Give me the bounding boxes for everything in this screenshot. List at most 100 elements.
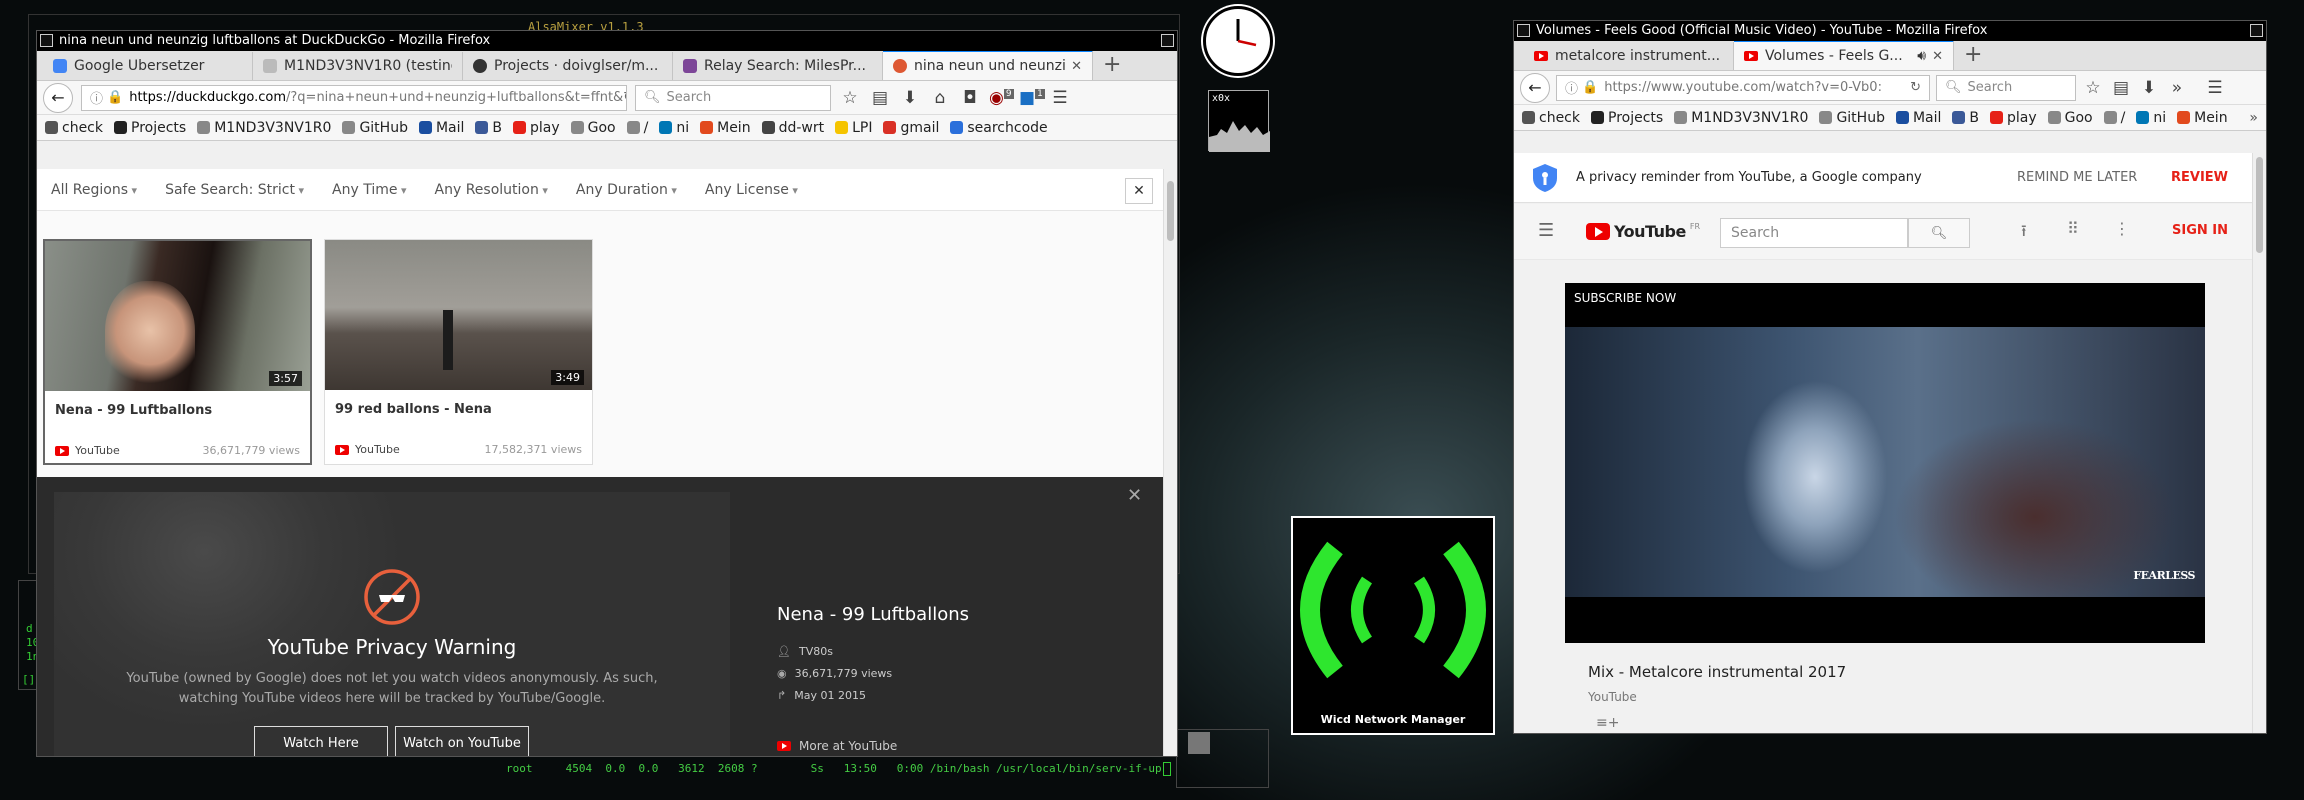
bookmark-item[interactable]: M1ND3V3NV1R0 <box>197 120 331 136</box>
tab-projects[interactable]: Projects · doivglser/m... <box>463 52 673 80</box>
bookmark-item[interactable]: Goo <box>570 120 616 136</box>
window-menu-icon[interactable] <box>40 34 53 47</box>
close-tab-icon[interactable]: ✕ <box>1071 59 1082 74</box>
pocket-icon[interactable]: ◘ <box>959 88 981 108</box>
bookmark-item[interactable]: Projects <box>1591 110 1663 126</box>
window-titlebar[interactable]: Volumes - Feels Good (Official Music Vid… <box>1514 21 2266 41</box>
wicd-network-manager-widget[interactable]: Wicd Network Manager <box>1291 516 1495 735</box>
reload-icon[interactable]: ↻ <box>1910 80 1921 95</box>
extension-s-icon[interactable]: ■ 1 <box>1019 88 1045 108</box>
tab-relay-search[interactable]: Relay Search: MilesPr... <box>673 52 883 80</box>
video-result-card[interactable]: 3:49 99 red ballons - Nena YouTube 17,58… <box>324 239 593 465</box>
more-at-youtube-link[interactable]: More at YouTube <box>777 739 897 753</box>
info-icon[interactable]: ⓘ <box>1565 78 1578 97</box>
watch-here-button[interactable]: Watch Here <box>254 726 388 756</box>
bookmark-item[interactable]: ni <box>2136 110 2166 126</box>
back-button[interactable]: ← <box>1520 72 1550 103</box>
tab-m1nd3v3nv1r0[interactable]: M1ND3V3NV1R0 (testing... <box>253 52 463 80</box>
scrollbar-thumb[interactable] <box>2256 157 2263 253</box>
bookmark-star-icon[interactable]: ☆ <box>839 88 861 108</box>
subscribe-now-label[interactable]: SUBSCRIBE NOW <box>1574 291 1676 305</box>
bookmark-item[interactable]: Projects <box>114 120 186 136</box>
new-tab-icon[interactable]: + <box>1093 52 1131 79</box>
filter-duration[interactable]: Any Duration <box>576 182 677 198</box>
terminal-scroll-block[interactable] <box>1188 732 1210 754</box>
filter-time[interactable]: Any Time <box>332 182 406 198</box>
bookmark-item[interactable]: LPI <box>835 120 872 136</box>
filter-region[interactable]: All Regions <box>51 182 137 198</box>
close-detail-icon[interactable]: ✕ <box>1127 485 1142 506</box>
review-button[interactable]: REVIEW <box>2171 170 2228 185</box>
video-thumbnail[interactable]: 3:49 <box>325 240 592 390</box>
bookmark-item[interactable]: B <box>475 120 502 136</box>
bookmark-item[interactable]: B <box>1952 110 1979 126</box>
url-bar[interactable]: ⓘ 🔒 https://duckduckgo.com/?q=nina+neun+… <box>81 84 627 111</box>
reading-list-icon[interactable]: ▤ <box>869 88 891 108</box>
hamburger-menu-icon[interactable]: ☰ <box>1049 88 1071 108</box>
window-maximize-icon[interactable] <box>2250 24 2263 37</box>
add-to-queue-icon[interactable]: ≡+ <box>1596 715 1619 731</box>
home-icon[interactable]: ⌂ <box>929 88 951 108</box>
reload-icon[interactable]: ↻ <box>623 90 626 105</box>
page-scrollbar[interactable] <box>1163 169 1177 756</box>
video-title[interactable]: 99 red ballons - Nena <box>335 402 492 417</box>
bookmark-star-icon[interactable]: ☆ <box>2082 78 2104 98</box>
video-thumbnail[interactable]: 3:57 <box>45 241 310 391</box>
back-button[interactable]: ← <box>43 82 73 113</box>
reading-list-icon[interactable]: ▤ <box>2110 78 2132 98</box>
info-icon[interactable]: ⓘ <box>90 88 103 107</box>
bookmark-item[interactable]: Mein <box>700 120 751 136</box>
bookmark-item[interactable]: GitHub <box>342 120 408 136</box>
scrollbar-thumb[interactable] <box>1167 181 1174 241</box>
url-bar[interactable]: ⓘ 🔒 https://www.youtube.com/watch?v=0-Vb… <box>1556 74 1930 101</box>
download-icon[interactable]: ⬇ <box>899 88 921 108</box>
close-filters-icon[interactable]: ✕ <box>1125 178 1153 204</box>
bookmarks-overflow-icon[interactable]: » <box>2249 110 2258 126</box>
bookmark-item[interactable]: Goo <box>2047 110 2093 126</box>
window-maximize-icon[interactable] <box>1161 34 1174 47</box>
mix-title[interactable]: Mix - Metalcore instrumental 2017 <box>1588 663 1846 681</box>
more-options-icon[interactable]: ⋮ <box>2114 219 2130 238</box>
bookmark-item[interactable]: Mein <box>2177 110 2228 126</box>
bookmark-item[interactable]: check <box>1522 110 1580 126</box>
upload-icon[interactable]: ⭱ <box>2021 220 2027 247</box>
tab-volumes[interactable]: Volumes - Feels G... 🔊︎ ✕ <box>1734 41 1954 70</box>
watch-on-youtube-button[interactable]: Watch on YouTube <box>395 726 529 756</box>
youtube-logo[interactable]: YouTube FR <box>1586 222 1700 241</box>
close-tab-icon[interactable]: ✕ <box>1932 49 1943 64</box>
sign-in-button[interactable]: SIGN IN <box>2172 223 2228 238</box>
video-player[interactable]: SUBSCRIBE NOW FEARLESS <box>1565 283 2205 643</box>
bookmark-item[interactable]: M1ND3V3NV1R0 <box>1674 110 1808 126</box>
bookmark-item[interactable]: GitHub <box>1819 110 1885 126</box>
bookmark-item[interactable]: gmail <box>883 120 939 136</box>
filter-safe-search[interactable]: Safe Search: Strict <box>165 182 304 198</box>
guide-menu-icon[interactable]: ☰ <box>1538 220 1554 241</box>
window-menu-icon[interactable] <box>1517 24 1530 37</box>
bookmark-item[interactable]: dd-wrt <box>761 120 824 136</box>
bookmark-item[interactable]: Mail <box>1895 110 1941 126</box>
video-result-card[interactable]: 3:57 Nena - 99 Luftballons YouTube 36,67… <box>43 239 312 465</box>
window-titlebar[interactable]: nina neun und neunzig luftballons at Duc… <box>37 31 1177 51</box>
bookmark-item[interactable]: / <box>626 120 648 136</box>
bookmark-item[interactable]: check <box>45 120 103 136</box>
hamburger-menu-icon[interactable]: ☰ <box>2204 78 2226 98</box>
page-scrollbar[interactable] <box>2252 153 2266 733</box>
filter-license[interactable]: Any License <box>705 182 798 198</box>
audio-playing-icon[interactable]: 🔊︎ <box>1917 48 1926 64</box>
remind-later-button[interactable]: REMIND ME LATER <box>2017 170 2137 185</box>
video-title[interactable]: Nena - 99 Luftballons <box>55 403 212 418</box>
tab-metalcore[interactable]: metalcore instrument... <box>1524 42 1734 70</box>
tab-duckduckgo[interactable]: nina neun und neunzi... ✕ <box>883 51 1093 80</box>
mix-channel[interactable]: YouTube <box>1588 690 1637 704</box>
bookmark-item[interactable]: play <box>513 120 560 136</box>
bookmark-item[interactable]: play <box>1990 110 2037 126</box>
tab-google-translate[interactable]: Google Übersetzer <box>43 52 253 80</box>
new-tab-icon[interactable]: + <box>1954 42 1992 69</box>
search-box[interactable]: 🔍︎ Search <box>635 84 831 111</box>
filter-resolution[interactable]: Any Resolution <box>435 182 548 198</box>
search-box[interactable]: 🔍︎ Search <box>1936 74 2076 101</box>
bookmark-item[interactable]: / <box>2103 110 2125 126</box>
youtube-search-button[interactable]: 🔍︎ <box>1908 218 1970 248</box>
ublock-icon[interactable]: ◉ 9 <box>989 88 1014 108</box>
overflow-icon[interactable]: » <box>2166 78 2188 98</box>
